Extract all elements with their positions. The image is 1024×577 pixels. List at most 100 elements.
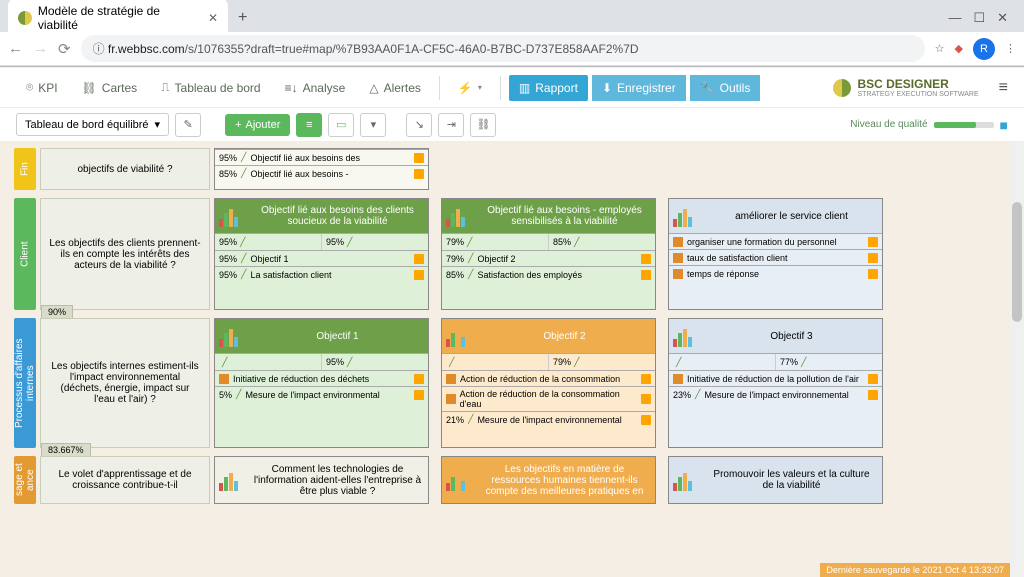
lock-icon: ⓘ <box>93 42 108 56</box>
window-minimize-button[interactable]: — <box>948 10 961 26</box>
camera-icon[interactable]: ■ <box>1000 117 1008 133</box>
chain-tool-button[interactable]: ⛓ <box>470 113 496 137</box>
save-icon: ⬇ <box>602 81 612 95</box>
strategy-card[interactable]: améliorer le service clientorganiser une… <box>668 198 883 310</box>
indicator-icon <box>414 254 424 264</box>
tab-title: Modèle de stratégie de viabilité <box>38 4 202 32</box>
url-host: fr.webbsc.com <box>108 42 185 56</box>
lane-desc-finance: objectifs de viabilité ? <box>40 148 210 190</box>
lane-client[interactable]: Client <box>14 198 36 310</box>
bar-chart-icon <box>673 469 699 491</box>
strategy-map-canvas[interactable]: Fin objectifs de viabilité ? 95%╱Objecti… <box>14 148 1010 577</box>
star-icon[interactable]: ☆ <box>935 42 945 55</box>
report-icon: ▥ <box>519 81 530 95</box>
lane-desc-learning: Le volet d'apprentissage et de croissanc… <box>40 456 210 504</box>
menu-outils[interactable]: 🔧Outils <box>690 75 761 101</box>
bar-chart-icon <box>219 325 245 347</box>
close-icon[interactable]: ✕ <box>208 11 218 25</box>
card-line-text: Initiative de réduction des déchets <box>233 374 369 384</box>
indicator-icon <box>641 394 651 404</box>
hamburger-icon[interactable]: ≡ <box>999 79 1008 97</box>
menu-enregistrer[interactable]: ⬇Enregistrer <box>592 75 686 101</box>
card-line-text: temps de réponse <box>687 269 759 279</box>
card-line-text: Mesure de l'impact environnemental <box>477 415 621 425</box>
window-maximize-button[interactable]: ☐ <box>973 10 985 26</box>
window-close-button[interactable]: ✕ <box>997 10 1008 26</box>
wrench-icon: 🔧 <box>700 81 715 95</box>
lane-internal[interactable]: Processus d'affaires internes <box>14 318 36 448</box>
card-title: Les objectifs en matière de ressources h… <box>478 464 651 497</box>
card-line-text: Objectif 2 <box>477 254 515 264</box>
card-title: Comment les technologies de l'informatio… <box>251 464 424 497</box>
profile-avatar[interactable]: R <box>973 38 995 60</box>
lightning-icon: ⚡ <box>458 81 473 95</box>
menu-cartes[interactable]: ⛓Cartes <box>72 75 148 101</box>
view-selector[interactable]: Tableau de bord équilibré▾ <box>16 113 169 136</box>
menu-rapport[interactable]: ▥Rapport <box>509 75 588 101</box>
menu-alertes[interactable]: △Alertes <box>359 75 431 101</box>
card-line-text: Initiative de réduction de la pollution … <box>687 374 859 384</box>
strategy-card[interactable]: Objectif 1╱95%╱Initiative de réduction d… <box>214 318 429 448</box>
brand-logo[interactable]: BSC DESIGNER STRATEGY EXECUTION SOFTWARE <box>833 77 978 98</box>
vertical-scrollbar[interactable] <box>1010 142 1024 577</box>
strategy-card[interactable]: Comment les technologies de l'informatio… <box>214 456 429 504</box>
quality-label: Niveau de qualité <box>850 119 927 130</box>
menu-analyse[interactable]: ≡↓Analyse <box>275 75 356 101</box>
scrollbar-thumb[interactable] <box>1012 202 1022 322</box>
edit-button[interactable]: ✎ <box>175 113 201 137</box>
card-title: Promouvoir les valeurs et la culture de … <box>705 469 878 491</box>
nav-forward-icon: → <box>33 40 48 57</box>
browser-tab[interactable]: Modèle de stratégie de viabilité ✕ <box>8 0 228 38</box>
quality-meter <box>934 122 994 128</box>
strategy-card[interactable]: Objectif lié aux besoins - employés sens… <box>441 198 656 310</box>
card-line-text: Action de réduction de la consommation d… <box>460 389 638 409</box>
strategy-card[interactable]: Objectif lié aux besoins des clients sou… <box>214 198 429 310</box>
connect-tool-button[interactable]: ↘ <box>406 113 432 137</box>
menu-lightning[interactable]: ⚡▾ <box>448 75 492 101</box>
nav-back-icon[interactable]: ← <box>8 40 23 57</box>
url-path: /s/1076355?draft=true#map/%7B93AA0F1A-CF… <box>185 42 639 56</box>
dropdown-tool-button[interactable]: ▾ <box>360 113 386 137</box>
lane-learning[interactable]: sage et ance <box>14 456 36 504</box>
box-tool-button[interactable]: ▭ <box>328 113 354 137</box>
card-line-text: Objectif 1 <box>250 254 288 264</box>
indicator-icon <box>641 415 651 425</box>
spark-icon: ╱ <box>241 152 246 163</box>
indicator-icon <box>868 269 878 279</box>
strategy-card[interactable]: Promouvoir les valeurs et la culture de … <box>668 456 883 504</box>
divider <box>500 76 501 100</box>
lane-percent: 90% <box>41 305 73 319</box>
lane-desc-client: Les objectifs des clients prennent-ils e… <box>40 198 210 310</box>
chevron-down-icon: ▾ <box>478 83 482 92</box>
analysis-icon: ≡↓ <box>285 81 298 95</box>
card-line-text: Satisfaction des employés <box>477 270 582 280</box>
secondary-toolbar: Tableau de bord équilibré▾ ✎ +Ajouter ≡ … <box>0 108 1024 142</box>
nav-reload-icon[interactable]: ⟳ <box>58 40 71 58</box>
plus-icon: + <box>235 119 241 131</box>
lane-finance[interactable]: Fin <box>14 148 36 190</box>
indicator-icon <box>641 374 651 384</box>
indicator-icon <box>868 237 878 247</box>
bar-chart-icon <box>673 325 699 347</box>
strategy-card[interactable]: Objectif 3╱77%╱Initiative de réduction d… <box>668 318 883 448</box>
card-title: Objectif 1 <box>251 331 424 342</box>
new-tab-button[interactable]: + <box>230 5 255 31</box>
card-finance-besoins[interactable]: 95%╱Objectif lié aux besoins des 85%╱Obj… <box>214 148 429 190</box>
spark-icon: ╱ <box>241 168 246 179</box>
import-tool-button[interactable]: ⇥ <box>438 113 464 137</box>
extension-icon[interactable]: ◆ <box>955 42 963 55</box>
list-view-button[interactable]: ≡ <box>296 113 322 137</box>
favicon-icon <box>18 11 32 25</box>
indicator-icon <box>641 270 651 280</box>
menu-kpi[interactable]: ⌾KPI <box>16 74 68 101</box>
strategy-card[interactable]: Les objectifs en matière de ressources h… <box>441 456 656 504</box>
menu-dashboard[interactable]: ⎍Tableau de bord <box>151 74 270 101</box>
indicator-icon <box>414 374 424 384</box>
alert-icon: △ <box>369 81 378 95</box>
address-bar[interactable]: ⓘ fr.webbsc.com/s/1076355?draft=true#map… <box>81 35 925 62</box>
strategy-card[interactable]: Objectif 2╱79%╱Action de réduction de la… <box>441 318 656 448</box>
card-title: Objectif lié aux besoins des clients sou… <box>251 205 424 227</box>
kebab-menu-icon[interactable]: ⋮ <box>1005 42 1016 55</box>
add-button[interactable]: +Ajouter <box>225 114 290 136</box>
card-title: Objectif 3 <box>705 331 878 342</box>
